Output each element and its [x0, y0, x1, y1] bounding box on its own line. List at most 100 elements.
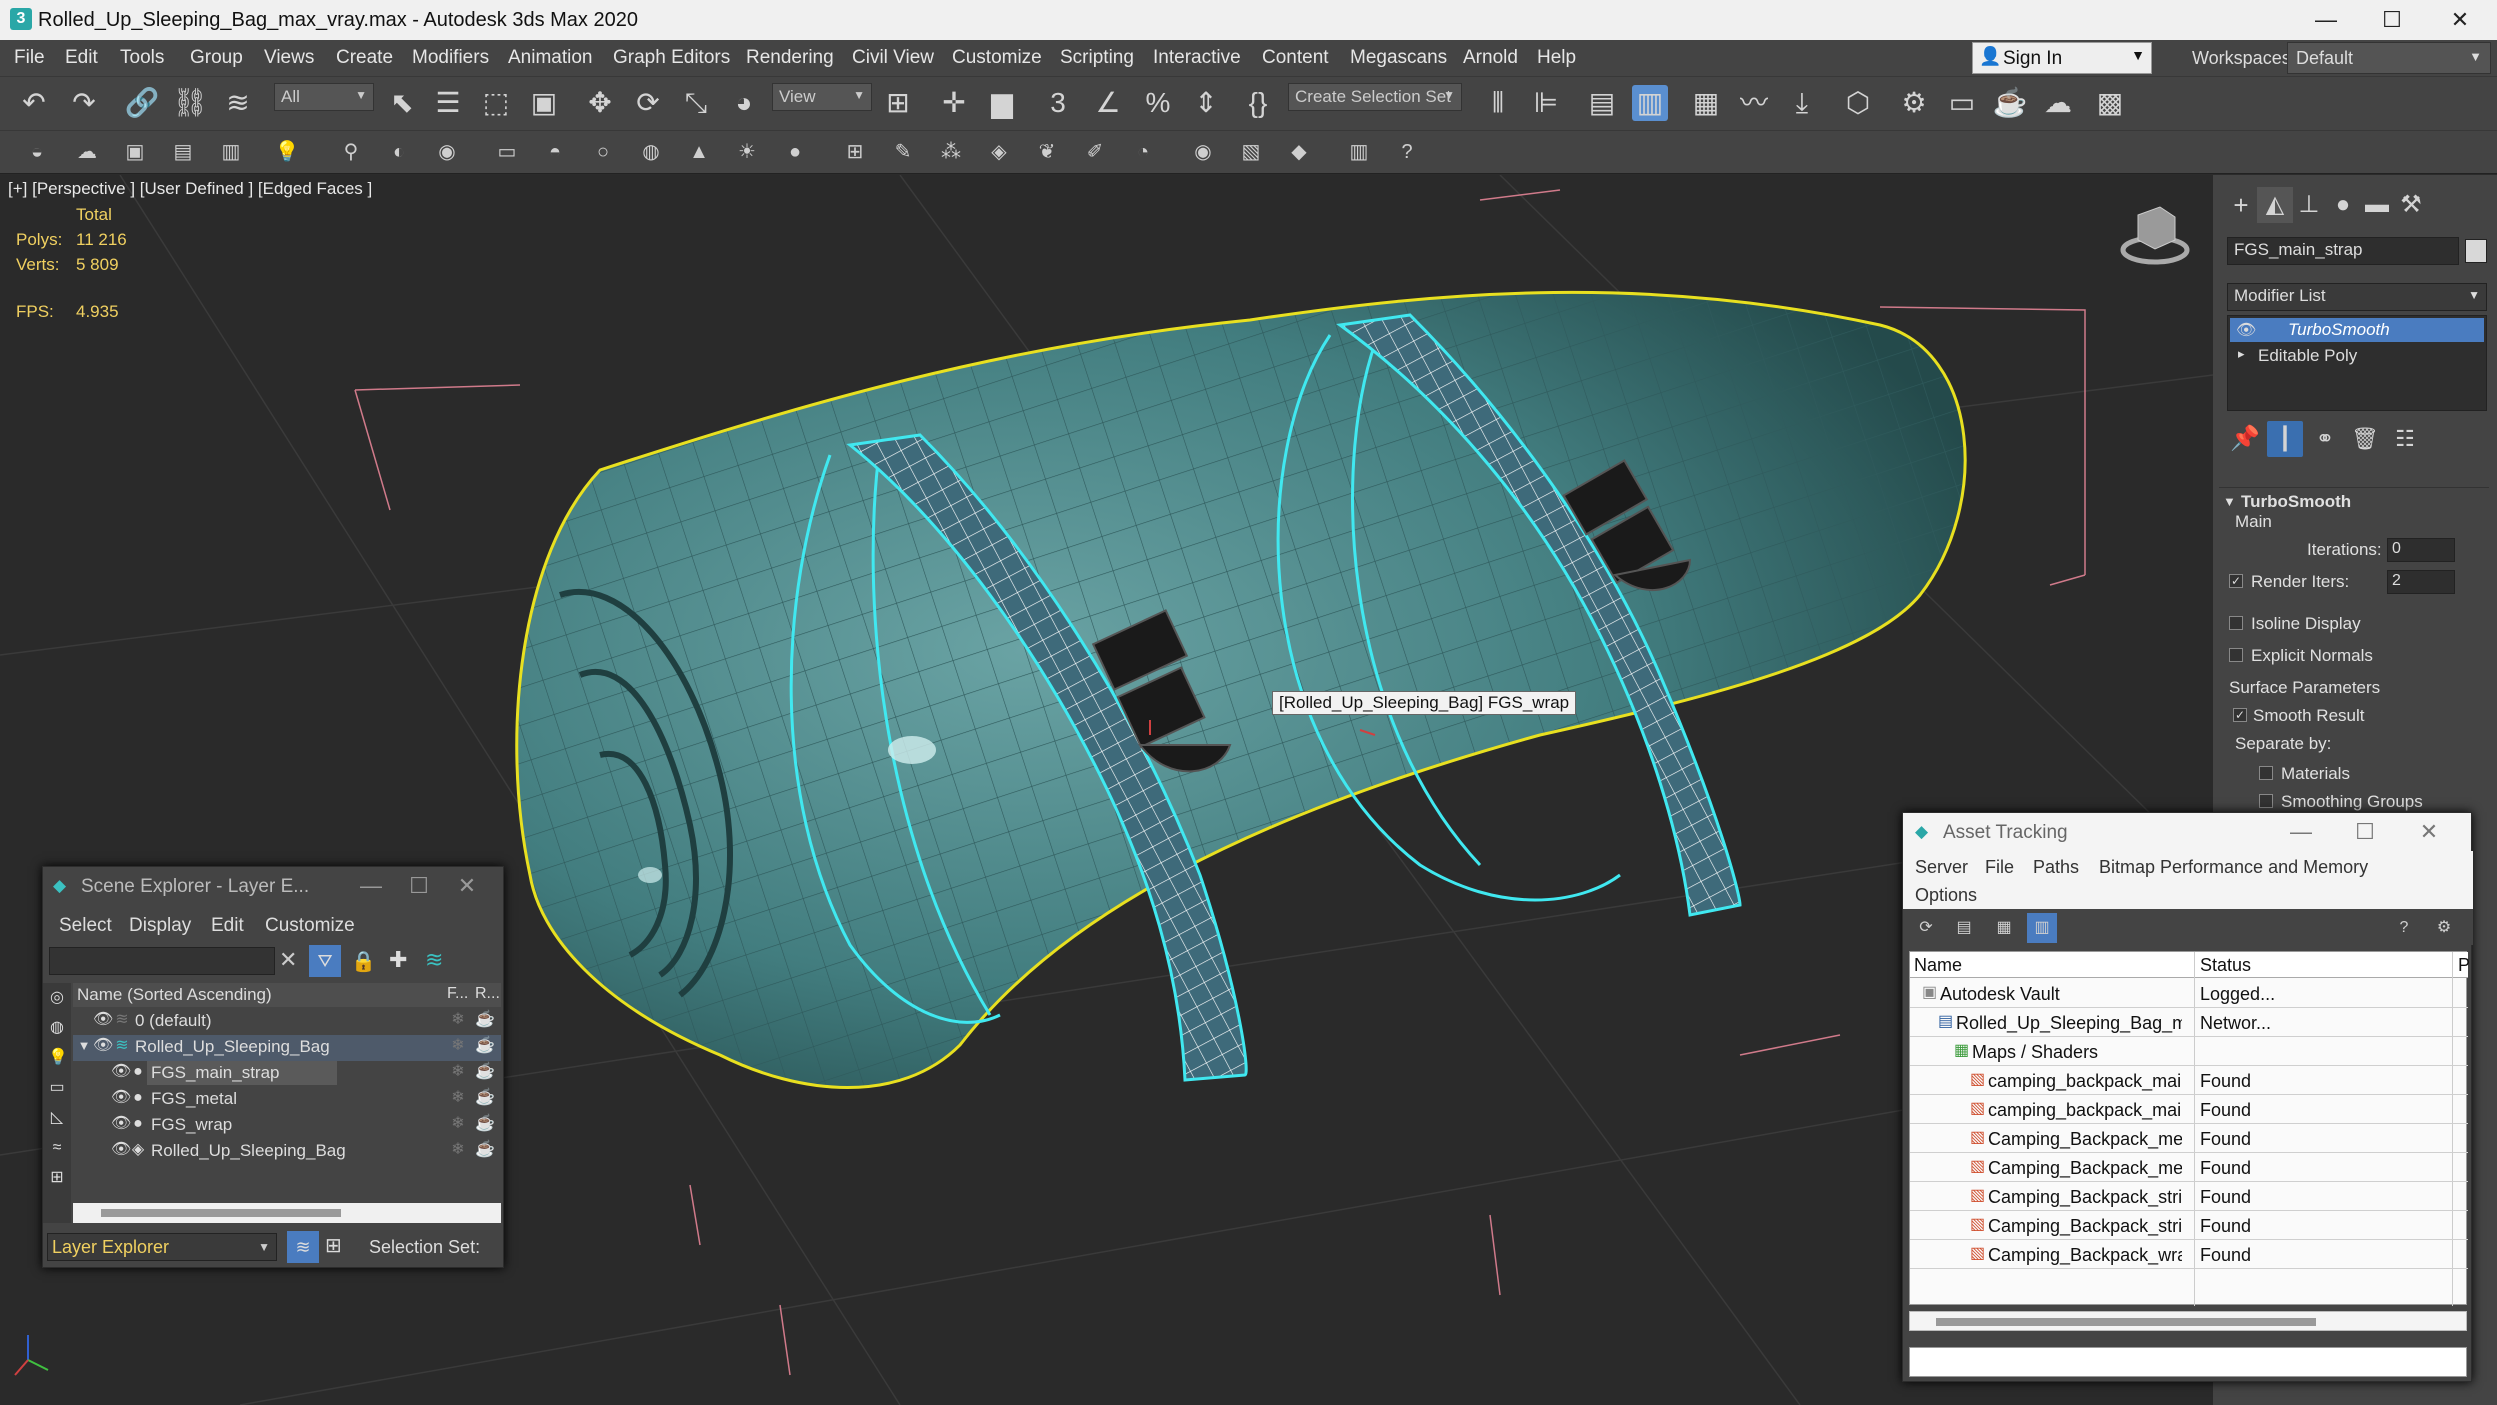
select-object-icon[interactable]: ⬉ [384, 85, 420, 121]
add-layer-icon[interactable]: ✚ [389, 947, 407, 973]
filter-icon[interactable]: ⛛ [309, 945, 341, 977]
menu-server[interactable]: Server [1915, 857, 1968, 878]
asset-row[interactable]: ▧Camping_Backpack_stripe_specular.png Fou… [1910, 1212, 2468, 1240]
brush-icon[interactable]: ✐ [1080, 137, 1110, 167]
menu-options[interactable]: Options [1915, 885, 1977, 906]
menu-help[interactable]: Help [1537, 47, 1576, 69]
menu-views[interactable]: Views [264, 47, 314, 69]
close-button[interactable]: ✕ [447, 871, 487, 901]
undo-icon[interactable]: ↶ [16, 85, 52, 121]
visibility-eye-icon[interactable]: 👁 [93, 1011, 113, 1029]
render-icon[interactable]: ◉ [432, 137, 462, 167]
asset-row[interactable]: ▦ Maps / Shaders [1910, 1038, 2468, 1066]
toggle-scene-explorer-icon[interactable]: ▤ [1584, 85, 1620, 121]
refresh-icon[interactable]: ⟳ [1911, 913, 1941, 943]
expand-arrow-icon[interactable]: ▸ [2238, 346, 2245, 362]
asset-row[interactable]: ▧Camping_Backpack_wrap_normal.png Found [1910, 1241, 2468, 1269]
modifier-stack-item-turbosmooth[interactable]: 👁 TurboSmooth [2230, 318, 2484, 342]
menu-group[interactable]: Group [190, 47, 243, 69]
menu-select[interactable]: Select [59, 915, 112, 937]
column-status-header[interactable]: Status [2200, 955, 2251, 976]
connect-icon[interactable]: ⚲ [336, 137, 366, 167]
table-icon[interactable]: ▥ [1344, 137, 1374, 167]
visibility-eye-icon[interactable]: 👁 [111, 1115, 131, 1133]
asset-row[interactable]: ▧Camping_Backpack_metal_specular.png Foun… [1910, 1154, 2468, 1182]
selection-filter-dropdown[interactable]: All ▼ [274, 83, 374, 111]
freeze-icon[interactable]: ❄ [449, 1141, 467, 1159]
scrollbar-thumb[interactable] [1936, 1318, 2316, 1326]
menu-create[interactable]: Create [336, 47, 393, 69]
menu-file[interactable]: File [14, 47, 45, 69]
mirror-icon[interactable]: ⫴ [1480, 85, 1516, 121]
menu-content[interactable]: Content [1262, 47, 1329, 69]
layers-icon[interactable]: ≋ [425, 947, 443, 973]
render-in-cloud-icon[interactable]: ☁ [2040, 85, 2076, 121]
close-button[interactable]: ✕ [2430, 2, 2490, 38]
list-view-icon[interactable]: ▤ [1949, 913, 1979, 943]
select-manipulate-icon[interactable]: ✛ [936, 85, 972, 121]
pivot-center-icon[interactable]: ⊞ [880, 85, 916, 121]
pin-stack-icon[interactable]: 📌 [2227, 421, 2263, 457]
curve-editor-icon[interactable]: 〰 [1736, 85, 1772, 121]
menu-display[interactable]: Display [129, 915, 191, 937]
menu-customize[interactable]: Customize [265, 915, 355, 937]
show-end-result-icon[interactable]: ┃ [2267, 421, 2303, 457]
viewcube[interactable] [2120, 206, 2190, 265]
configure-modifier-sets-icon[interactable]: ☷ [2387, 421, 2423, 457]
menu-interactive[interactable]: Interactive [1153, 47, 1241, 69]
utilities-tab-icon[interactable]: ⚒ [2393, 187, 2429, 223]
column-name-header[interactable]: Name (Sorted Ascending) [77, 985, 272, 1005]
torus-icon[interactable]: ◍ [636, 137, 666, 167]
menu-arnold[interactable]: Arnold [1463, 47, 1518, 69]
stack-icon[interactable]: ▤ [168, 137, 198, 167]
help-icon[interactable]: ? [1392, 137, 1422, 167]
detail-view-icon[interactable]: ▥ [2027, 913, 2057, 943]
schematic-view-icon[interactable]: ⤓ [1784, 85, 1820, 121]
maximize-button[interactable]: ☐ [2345, 817, 2385, 847]
asset-horizontal-scrollbar[interactable] [1909, 1311, 2467, 1331]
object-color-swatch[interactable] [2465, 239, 2487, 263]
horizontal-scrollbar[interactable] [73, 1203, 501, 1223]
menu-file[interactable]: File [1985, 857, 2014, 878]
color-icon[interactable]: ◆ [1284, 137, 1314, 167]
minimize-button[interactable]: — [351, 871, 391, 901]
sign-in-button[interactable]: 👤 Sign In ▼ [1972, 42, 2152, 74]
align-icon[interactable]: ⊫ [1528, 85, 1564, 121]
visibility-eye-icon[interactable]: 👁 [111, 1089, 131, 1107]
freeze-icon[interactable]: ❄ [449, 1115, 467, 1133]
percent-snap-icon[interactable]: % [1140, 85, 1176, 121]
remove-modifier-icon[interactable]: 🗑 [2347, 421, 2383, 457]
renderable-icon[interactable]: ☕ [475, 1063, 495, 1081]
minimize-button[interactable]: — [2296, 2, 2356, 38]
rollout-collapse-icon[interactable]: ▼ [2223, 494, 2236, 509]
scene-explorer-titlebar[interactable]: ◆ Scene Explorer - Layer E... — ☐ ✕ [43, 867, 503, 905]
toggle-layer-explorer-icon[interactable]: ▥ [1632, 85, 1668, 121]
material-editor-icon[interactable]: ⬡ [1840, 85, 1876, 121]
clear-search-icon[interactable]: ✕ [279, 947, 297, 973]
search-input[interactable] [49, 947, 275, 975]
window-crossing-icon[interactable]: ▣ [526, 85, 562, 121]
fur-icon[interactable]: ⁂ [936, 137, 966, 167]
render-iters-checkbox[interactable]: ✓ [2229, 574, 2243, 588]
cone-icon[interactable]: ▲ [684, 137, 714, 167]
link-icon[interactable]: 🔗 [124, 85, 160, 121]
renderable-icon[interactable]: ☕ [475, 1115, 495, 1133]
modifier-stack[interactable]: 👁 TurboSmooth ▸ Editable Poly [2227, 315, 2487, 411]
visibility-eye-icon[interactable]: 👁 [93, 1037, 113, 1055]
column-path-header[interactable]: P [2458, 955, 2470, 976]
asset-tracking-titlebar[interactable]: ◆ Asset Tracking — ☐ ✕ [1903, 813, 2471, 851]
renderable-icon[interactable]: ☕ [475, 1141, 495, 1159]
menu-tools[interactable]: Tools [120, 47, 164, 69]
object-row-main-strap[interactable]: 👁 ● FGS_main_strap ❄ ☕ [73, 1061, 501, 1087]
asset-row[interactable]: ▧camping_backpack_main_base_color.png Fou… [1910, 1067, 2468, 1095]
display-all-icon[interactable]: ⊞ [48, 1169, 66, 1187]
display-lights-icon[interactable]: 💡 [48, 1049, 68, 1067]
move-icon[interactable]: ✥ [582, 85, 618, 121]
ball-icon[interactable]: ● [780, 137, 810, 167]
rectangular-selection-icon[interactable]: ⬚ [478, 85, 514, 121]
isoline-display-checkbox[interactable] [2229, 616, 2243, 630]
sphere-icon[interactable]: ○ [588, 137, 618, 167]
hierarchy-toggle-icon[interactable]: ⊞ [325, 1233, 342, 1258]
display-tab-icon[interactable]: ▬ [2359, 187, 2395, 223]
table-view-icon[interactable]: ▦ [1989, 913, 2019, 943]
